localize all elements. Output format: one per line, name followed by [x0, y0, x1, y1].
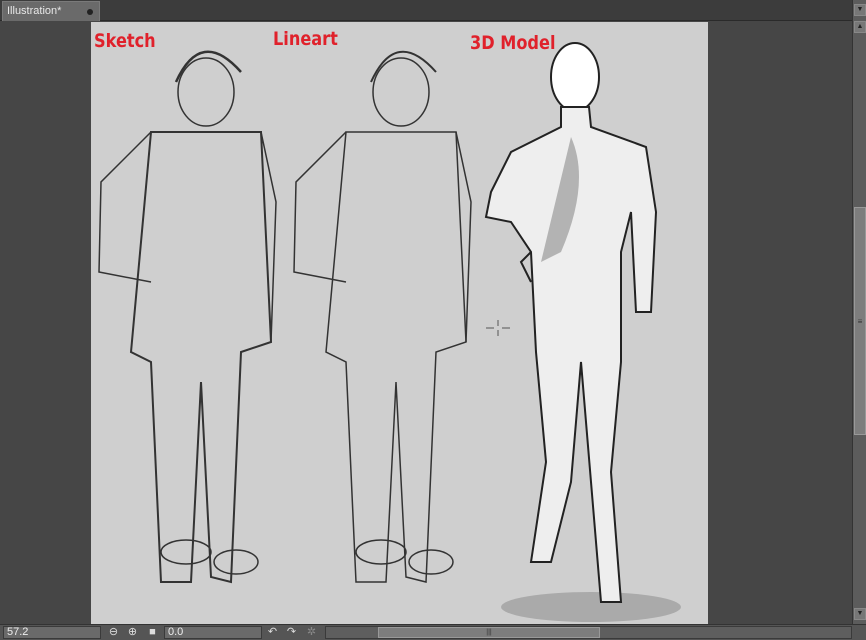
- rotation-field[interactable]: 0.0: [164, 626, 262, 639]
- label-sketch: Sketch: [94, 30, 156, 52]
- reset-rotation-icon[interactable]: ✲: [305, 626, 318, 639]
- horizontal-scrollbar[interactable]: |||: [325, 626, 852, 639]
- zoom-value: 57.2: [7, 626, 29, 638]
- canvas[interactable]: Sketch Lineart 3D Model: [91, 22, 708, 624]
- vertical-scrollbar[interactable]: ▼ ▲ ≡ ▼: [852, 0, 866, 624]
- rotate-right-icon[interactable]: ↷: [285, 626, 298, 639]
- vertical-scroll-thumb[interactable]: ≡: [854, 207, 866, 435]
- document-tab-bar: Illustration*: [0, 0, 866, 21]
- zoom-field[interactable]: 57.2: [3, 626, 101, 639]
- label-3d-model: 3D Model: [470, 32, 556, 54]
- zoom-out-icon[interactable]: ⊖: [107, 626, 120, 639]
- scroll-menu-icon[interactable]: ▼: [854, 4, 866, 16]
- sketch-figure: [98, 50, 277, 584]
- scroll-up-icon[interactable]: ▲: [854, 21, 866, 33]
- lineart-figure: [293, 50, 472, 583]
- illustration: [98, 42, 681, 622]
- crosshair-cursor: [486, 320, 510, 336]
- zoom-in-icon[interactable]: ⊕: [126, 626, 139, 639]
- rotate-left-icon[interactable]: ↶: [266, 626, 279, 639]
- scroll-down-icon[interactable]: ▼: [854, 608, 866, 620]
- status-bar: 57.2 ⊖ ⊕ ■ 0.0 ↶ ↷ ✲ |||: [0, 624, 866, 640]
- document-tab[interactable]: Illustration*: [2, 1, 100, 21]
- label-lineart: Lineart: [273, 28, 338, 50]
- 3d-model-figure: [484, 42, 681, 622]
- fit-icon[interactable]: ■: [146, 626, 159, 639]
- horizontal-scroll-thumb[interactable]: |||: [378, 627, 600, 638]
- rotation-value: 0.0: [168, 626, 184, 638]
- document-tab-title: Illustration*: [7, 5, 62, 17]
- close-dot-icon[interactable]: [87, 9, 93, 15]
